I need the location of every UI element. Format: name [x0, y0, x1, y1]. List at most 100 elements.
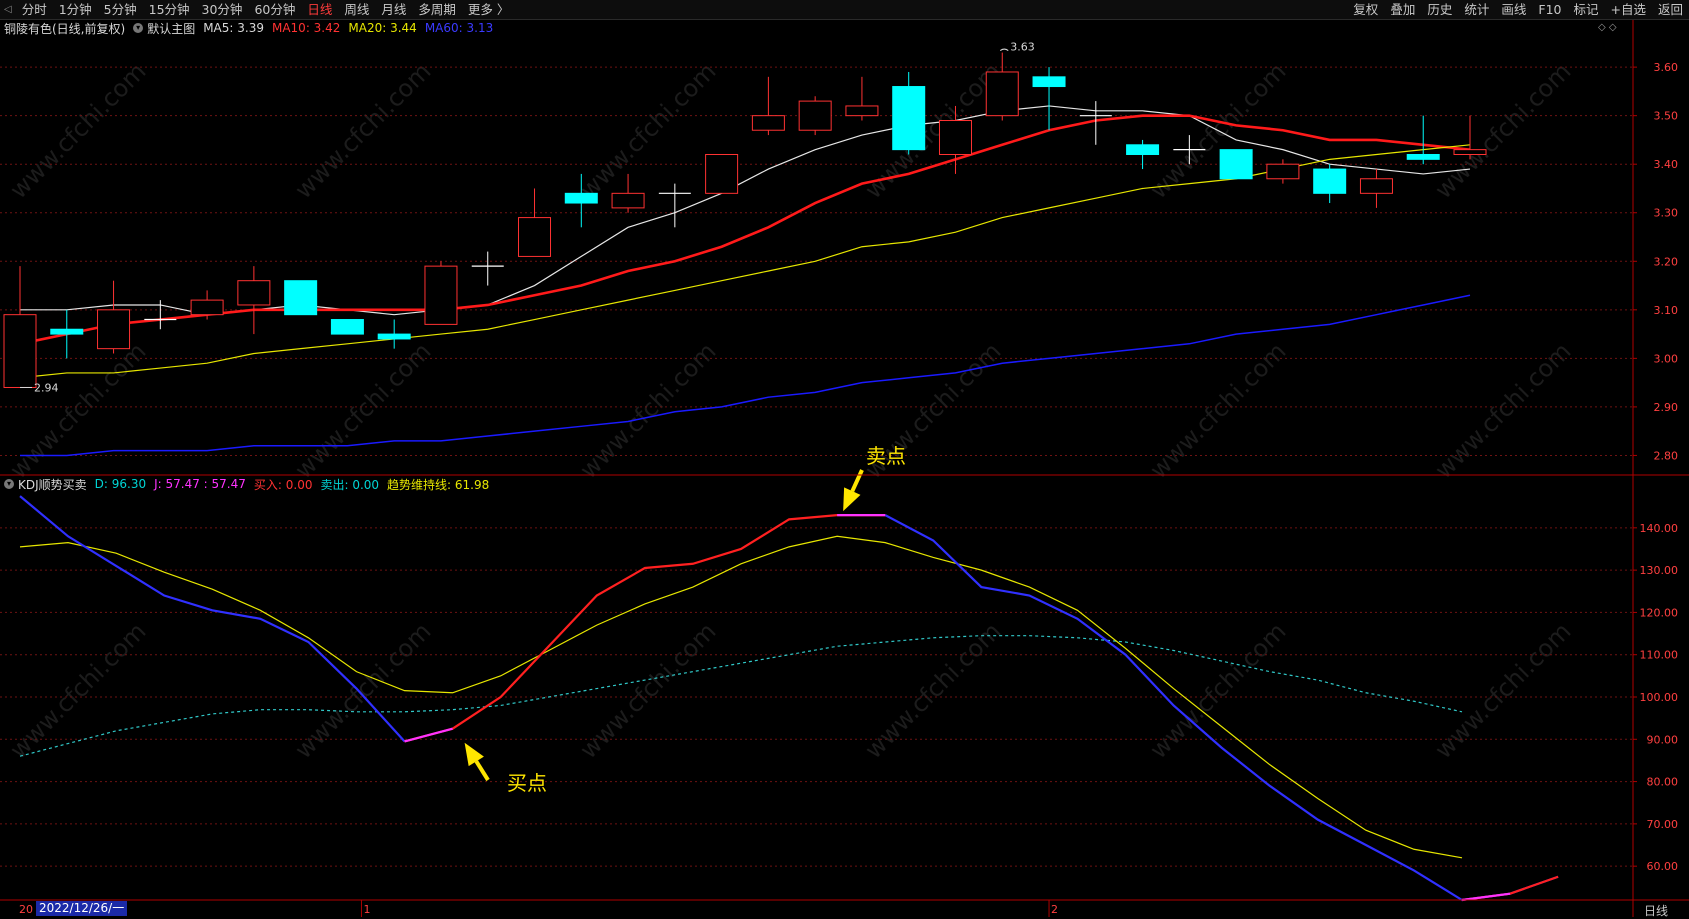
high-arrow-icon [999, 48, 1009, 51]
arrow-head [843, 487, 861, 512]
candle [424, 261, 458, 325]
main-y-tick-label: 3.30 [1654, 207, 1679, 220]
candle [97, 280, 131, 354]
watermark-text: www.cfchi.com [1429, 57, 1576, 204]
main-y-tick-label: 2.90 [1654, 401, 1679, 414]
kdj-y-tick-label: 90.00 [1647, 733, 1679, 746]
main-y-tick-label: 3.50 [1654, 110, 1679, 123]
buy-arrow-icon [464, 742, 490, 782]
candle [1313, 164, 1347, 204]
kdj-y-tick-label: 130.00 [1640, 564, 1679, 577]
candle-body [985, 71, 1019, 117]
arrow-head [464, 742, 484, 767]
candle-body [377, 333, 411, 340]
arrow-shaft [850, 469, 864, 492]
candle-body [564, 192, 598, 204]
candle-body [1126, 144, 1160, 155]
buy-point-label: 买点 [507, 771, 547, 795]
candle-body [1406, 153, 1440, 160]
candle [330, 319, 364, 335]
candle-body [1359, 178, 1393, 194]
candle-body [330, 319, 364, 335]
candle-body [1219, 149, 1253, 180]
candle [1219, 149, 1253, 180]
main-y-tick-label: 3.00 [1654, 352, 1679, 365]
candle [284, 280, 318, 316]
month-mark-label: 2 [1051, 903, 1058, 916]
candle-body [1032, 76, 1066, 88]
high-price-annotation: 3.63 [1010, 41, 1035, 54]
candle [1032, 67, 1066, 131]
candle-body [798, 100, 832, 131]
main-y-tick-label: 3.60 [1654, 61, 1679, 74]
main-y-tick-label: 2.80 [1654, 449, 1679, 462]
watermark-text: www.cfchi.com [1429, 617, 1576, 764]
date-cursor-label: 2022/12/26/一 [36, 901, 128, 916]
candle-body [97, 309, 131, 350]
arrow-shaft [474, 760, 490, 782]
main-y-tick-label: 3.40 [1654, 158, 1679, 171]
sell-arrow-icon [843, 469, 864, 512]
candle-body [1266, 163, 1300, 180]
kdj-y-tick-label: 70.00 [1647, 818, 1679, 831]
candle [471, 251, 504, 286]
candle-body [50, 328, 84, 335]
candle-body [892, 86, 926, 151]
candle [845, 76, 879, 121]
watermark-text: www.cfchi.com [574, 337, 721, 484]
candle-body [237, 280, 271, 306]
low-price-annotation: 2.94 [34, 381, 59, 394]
kdj-y-tick-label: 110.00 [1640, 649, 1679, 662]
watermark-text: www.cfchi.com [859, 617, 1006, 764]
kdj-y-tick-label: 80.00 [1647, 776, 1679, 789]
watermark-text: www.cfchi.com [1144, 337, 1291, 484]
x-tick-label-start: 20 [19, 903, 33, 916]
watermark-text: www.cfchi.com [574, 617, 721, 764]
k-line [884, 514, 1559, 902]
candle [892, 71, 926, 155]
candle-body [518, 217, 552, 257]
candle [1266, 159, 1300, 184]
candle [237, 266, 271, 335]
candle [1359, 169, 1393, 208]
watermark-text: www.cfchi.com [4, 57, 151, 204]
candle-body [424, 265, 458, 325]
main-y-tick-label: 3.10 [1654, 304, 1679, 317]
kdj-y-tick-label: 100.00 [1640, 691, 1679, 704]
watermark-layer: www.cfchi.com www.cfchi.com www.cfchi.com w… [4, 57, 1576, 764]
candle-body [938, 120, 972, 155]
candle-body [284, 280, 318, 316]
kdj-chart: 卖点买点 [19, 444, 1559, 902]
j-line [1461, 875, 1559, 902]
kdj-y-tick-label: 60.00 [1647, 860, 1679, 873]
candle [798, 96, 832, 136]
candle-body [751, 115, 785, 131]
watermark-text: www.cfchi.com [574, 57, 721, 204]
watermark-text: www.cfchi.com [4, 617, 151, 764]
candle-body [1313, 168, 1347, 194]
candle [3, 266, 37, 388]
candle [190, 290, 224, 320]
candle-body [845, 105, 879, 117]
watermark-text: www.cfchi.com [1429, 337, 1576, 484]
chart-canvas[interactable]: www.cfchi.com www.cfchi.com www.cfchi.com w… [0, 0, 1689, 917]
candle [377, 319, 411, 349]
kdj-y-tick-label: 140.00 [1640, 522, 1679, 535]
candle [1406, 115, 1440, 165]
signal-highlight-segment [1461, 892, 1511, 902]
candle-body [705, 153, 739, 194]
period-tag[interactable]: 日线 [1644, 902, 1668, 919]
candle [751, 76, 785, 136]
candle [705, 153, 739, 194]
sell-point-label: 卖点 [866, 444, 906, 468]
candle-body [190, 299, 224, 316]
watermark-text: www.cfchi.com [1144, 617, 1291, 764]
main-y-tick-label: 3.20 [1654, 255, 1679, 268]
candle [518, 188, 552, 257]
candle-body [1453, 149, 1487, 155]
month-mark-label: 1 [363, 903, 370, 916]
candle-body [611, 192, 645, 209]
watermark-text: www.cfchi.com [289, 57, 436, 204]
candle-body [3, 314, 37, 388]
kdj-y-tick-label: 120.00 [1640, 606, 1679, 619]
